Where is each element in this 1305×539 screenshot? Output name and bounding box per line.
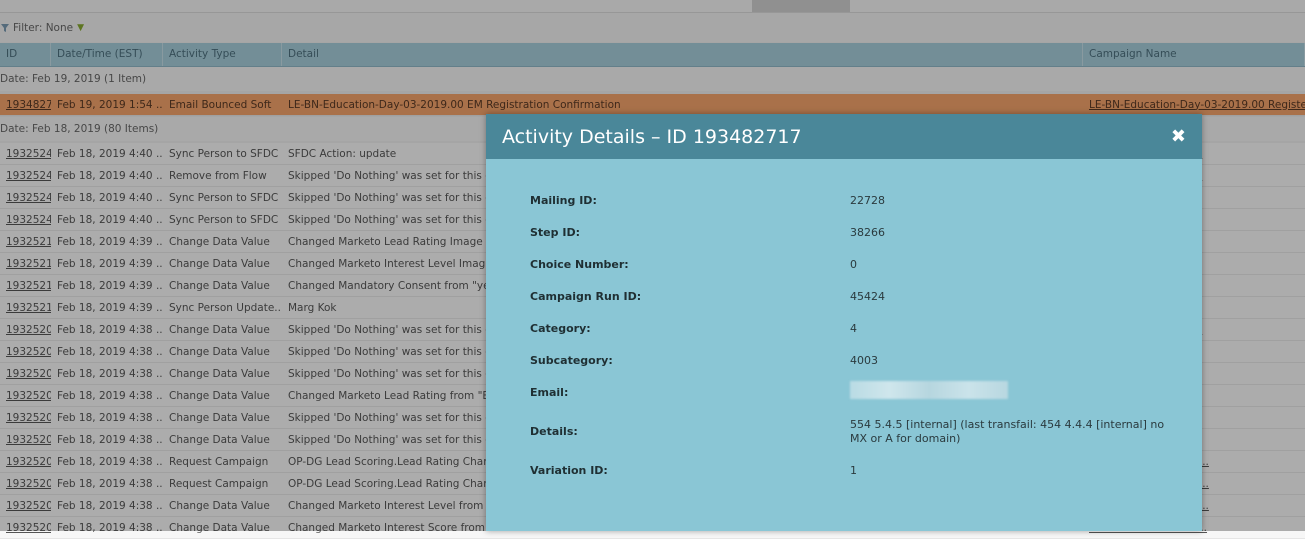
field-label: Mailing ID: xyxy=(530,194,597,207)
dialog-title: Activity Details – ID 193482717 xyxy=(502,125,802,148)
field-label: Campaign Run ID: xyxy=(530,290,642,303)
close-icon[interactable]: ✖ xyxy=(1171,126,1186,147)
field-value: 1 xyxy=(850,464,857,477)
field-value: 4 xyxy=(850,322,857,335)
field-value: 554 5.4.5 [internal] (last transfail: 45… xyxy=(850,418,1165,445)
field-value: 22728 xyxy=(850,194,885,207)
dialog-header: Activity Details – ID 193482717 ✖ xyxy=(486,114,1202,159)
field-value: 45424 xyxy=(850,290,885,303)
field-label: Email: xyxy=(530,386,569,399)
field-label: Choice Number: xyxy=(530,258,629,271)
field-value: 38266 xyxy=(850,226,885,239)
field-value: 0 xyxy=(850,258,857,271)
field-value: 4003 xyxy=(850,354,878,367)
field-label: Variation ID: xyxy=(530,464,608,477)
field-label: Step ID: xyxy=(530,226,580,239)
redacted-email-value xyxy=(850,381,1008,399)
field-label: Category: xyxy=(530,322,591,335)
field-label: Details: xyxy=(530,425,578,438)
activity-details-dialog: Activity Details – ID 193482717 ✖ Mailin… xyxy=(486,114,1202,531)
field-label: Subcategory: xyxy=(530,354,613,367)
